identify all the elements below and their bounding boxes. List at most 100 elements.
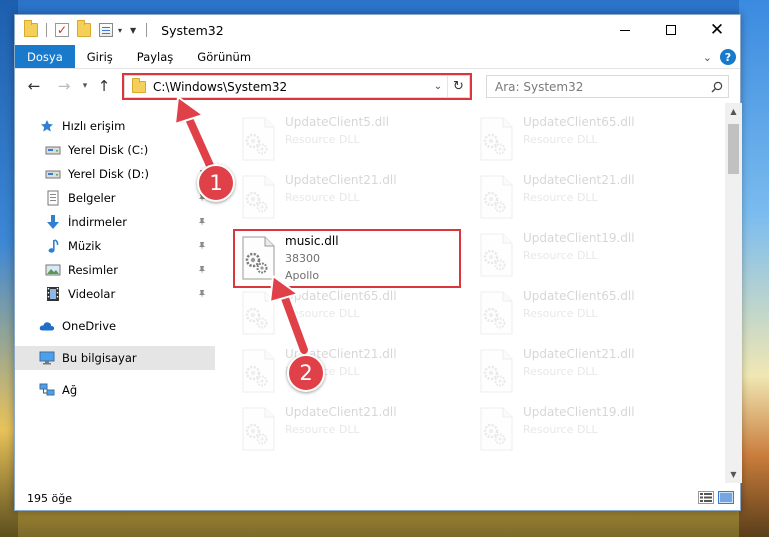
sidebar-item[interactable]: Hızlı erişim: [15, 114, 211, 138]
sidebar-item[interactable]: Ağ: [15, 378, 211, 402]
scroll-down-icon[interactable]: ▼: [725, 466, 742, 483]
sidebar-item[interactable]: Resimler: [15, 258, 211, 282]
sidebar-item-label: Yerel Disk (D:): [68, 167, 150, 181]
customize-toolbar-icon[interactable]: ▼: [130, 26, 136, 35]
forward-arrow-icon[interactable]: →: [54, 77, 74, 95]
file-tile[interactable]: UpdateClient21.dllResource DLL: [233, 401, 463, 457]
explorer-window: ✓ ▾ ▼ System32 ✕ Dosya Giriş Paylaş Görü…: [14, 14, 742, 511]
sidebar-item-label: OneDrive: [62, 319, 117, 333]
vertical-scrollbar[interactable]: ▲ ▼: [725, 103, 742, 483]
file-name: UpdateClient21.dll: [523, 347, 635, 361]
computer-icon: [39, 350, 55, 366]
navigation-pane: Hızlı erişim Yerel Disk (C:) Yerel Disk (D…: [15, 103, 215, 483]
highlighted-file-tile[interactable]: music.dll 38300 Apollo: [233, 230, 463, 286]
tab-home[interactable]: Giriş: [75, 45, 125, 68]
file-detail: Apollo: [285, 269, 320, 282]
file-tile[interactable]: UpdateClient19.dll Resource DLL: [471, 401, 701, 457]
sidebar-item[interactable]: OneDrive: [15, 314, 211, 338]
recent-locations-chevron-icon[interactable]: ▾: [78, 81, 92, 91]
sidebar-item-label: Ağ: [62, 383, 78, 397]
content-area: Hızlı erişim Yerel Disk (C:) Yerel Disk (D…: [15, 103, 742, 483]
dll-file-icon: [477, 233, 515, 277]
folder-icon: [132, 77, 146, 93]
details-view-icon[interactable]: [698, 491, 714, 504]
pin-icon[interactable]: [197, 288, 207, 298]
dll-file-icon: [239, 117, 277, 161]
up-arrow-icon[interactable]: ↑: [94, 77, 114, 95]
address-dropdown-chevron-icon[interactable]: ⌄: [429, 81, 447, 92]
file-name: UpdateClient21.dll: [523, 173, 635, 187]
file-tile[interactable]: UpdateClient21.dllResource DLL: [233, 343, 463, 399]
cloud-icon: [39, 318, 55, 334]
pin-icon[interactable]: [197, 240, 207, 250]
file-detail: 38300: [285, 252, 320, 265]
dll-file-icon: [477, 407, 515, 451]
properties-list-icon[interactable]: [99, 23, 113, 37]
file-detail: Resource DLL: [285, 133, 360, 146]
dll-file-icon: [239, 291, 277, 335]
scrollbar-thumb[interactable]: [728, 124, 739, 174]
scroll-up-icon[interactable]: ▲: [725, 103, 742, 120]
file-tile[interactable]: UpdateClient19.dll Resource DLL: [471, 227, 701, 283]
close-button[interactable]: ✕: [694, 15, 740, 45]
navigation-bar: ← → ▾ ↑ C:\Windows\System32 ⌄ ↻: [15, 69, 740, 103]
sidebar-item[interactable]: Belgeler: [15, 186, 211, 210]
help-icon[interactable]: ?: [720, 49, 736, 65]
pictures-icon: [45, 262, 61, 278]
file-name: UpdateClient5.dll: [285, 115, 389, 129]
step-badge-2: 2: [287, 354, 325, 392]
file-name: music.dll: [285, 234, 339, 248]
new-folder-icon[interactable]: [77, 20, 91, 37]
file-tile[interactable]: UpdateClient65.dll Resource DLL: [233, 285, 463, 341]
file-tile[interactable]: UpdateClient65.dll Resource DLL: [471, 111, 701, 167]
tab-share[interactable]: Paylaş: [125, 45, 186, 68]
file-detail: Resource DLL: [285, 191, 360, 204]
file-tile[interactable]: UpdateClient5.dll Resource DLL: [233, 111, 463, 167]
search-icon[interactable]: [706, 81, 728, 93]
tab-file[interactable]: Dosya: [15, 45, 75, 68]
search-box[interactable]: [486, 75, 729, 98]
properties-check-icon[interactable]: ✓: [55, 23, 69, 37]
dll-file-icon: [477, 117, 515, 161]
sidebar-item[interactable]: Müzik: [15, 234, 211, 258]
file-tile[interactable]: UpdateClient21.dllResource DLL: [471, 343, 701, 399]
address-bar[interactable]: C:\Windows\System32 ⌄ ↻: [124, 75, 470, 98]
maximize-button[interactable]: [648, 15, 694, 45]
drive-icon: [45, 142, 61, 158]
sidebar-item-label: Bu bilgisayar: [62, 351, 137, 365]
file-tile[interactable]: UpdateClient21.dllResource DLL: [471, 169, 701, 225]
tab-view[interactable]: Görünüm: [185, 45, 263, 68]
pin-icon[interactable]: [197, 264, 207, 274]
file-name: UpdateClient65.dll: [285, 289, 397, 303]
sidebar-item-label: Hızlı erişim: [62, 119, 126, 133]
sidebar-item[interactable]: Videolar: [15, 282, 211, 306]
file-tile[interactable]: UpdateClient65.dll Resource DLL: [471, 285, 701, 341]
ribbon-right-controls: ⌄ ?: [703, 49, 736, 65]
minimize-button[interactable]: [602, 15, 648, 45]
drive-icon: [45, 166, 61, 182]
back-arrow-icon[interactable]: ←: [24, 77, 44, 95]
search-input[interactable]: [495, 79, 706, 94]
close-icon: ✕: [709, 19, 725, 40]
expand-ribbon-chevron-icon[interactable]: ⌄: [703, 51, 712, 64]
sidebar-item[interactable]: İndirmeler: [15, 210, 211, 234]
window-controls: ✕: [602, 15, 740, 45]
tiles-view-icon[interactable]: [718, 491, 734, 504]
sidebar-item[interactable]: Bu bilgisayar: [15, 346, 215, 370]
quick-access-toolbar: ✓ ▾ ▼: [15, 20, 151, 37]
address-path[interactable]: C:\Windows\System32: [153, 80, 429, 94]
file-name: UpdateClient21.dll: [285, 405, 397, 419]
file-detail: Resource DLL: [523, 307, 598, 320]
pin-icon[interactable]: [197, 144, 207, 154]
desktop-wallpaper-right: [739, 0, 769, 537]
file-tile[interactable]: UpdateClient21.dllResource DLL: [233, 169, 463, 225]
chevron-down-icon[interactable]: ▾: [118, 26, 122, 35]
file-detail: Resource DLL: [523, 249, 598, 262]
pin-icon[interactable]: [197, 216, 207, 226]
sidebar-item[interactable]: Yerel Disk (D:): [15, 162, 211, 186]
sidebar-item[interactable]: Yerel Disk (C:): [15, 138, 211, 162]
refresh-icon[interactable]: ↻: [447, 76, 469, 97]
download-icon: [45, 214, 61, 230]
status-bar: 195 öğe: [15, 485, 742, 511]
file-tile-text: UpdateClient19.dll Resource DLL: [523, 227, 635, 264]
